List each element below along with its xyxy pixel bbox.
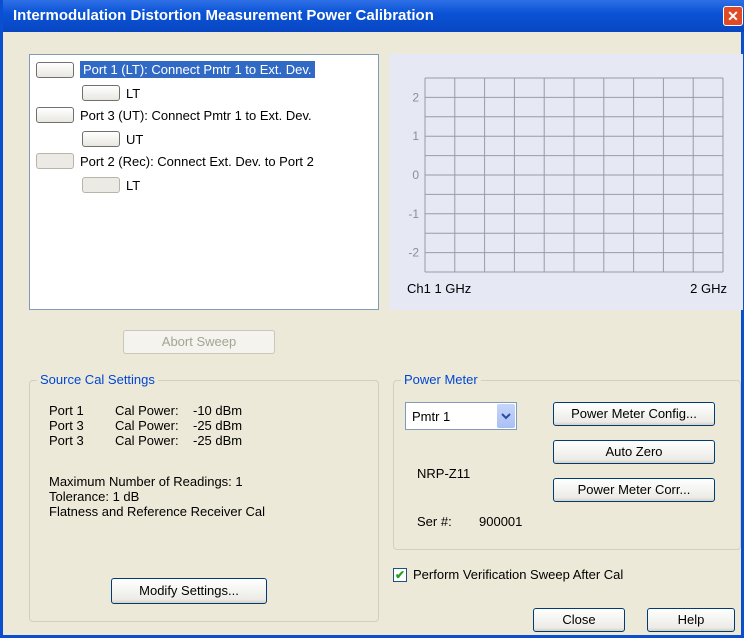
cal-row-label: Cal Power: bbox=[115, 403, 179, 418]
title-bar: Intermodulation Distortion Measurement P… bbox=[3, 0, 744, 32]
modify-settings-button[interactable]: Modify Settings... bbox=[111, 578, 267, 604]
chevron-down-icon[interactable] bbox=[497, 404, 515, 428]
verification-checkbox[interactable]: ✔ bbox=[393, 568, 407, 582]
step-label: Port 2 (Rec): Connect Ext. Dev. to Port … bbox=[80, 153, 314, 169]
step-button[interactable] bbox=[36, 61, 74, 78]
step-button[interactable] bbox=[36, 153, 74, 169]
sub-step-button[interactable] bbox=[82, 177, 120, 193]
y-tick-label: -2 bbox=[408, 246, 419, 260]
step-button[interactable] bbox=[36, 107, 74, 123]
abort-sweep-button[interactable]: Abort Sweep bbox=[123, 330, 275, 354]
power-meter-config-button[interactable]: Power Meter Config... bbox=[553, 402, 715, 426]
step-label: Port 3 (UT): Connect Pmtr 1 to Ext. Dev. bbox=[80, 107, 312, 123]
cal-row-value: -25 dBm bbox=[193, 433, 243, 448]
step-sub-row-lt[interactable]: LT bbox=[82, 85, 140, 101]
cal-row-port: Port 3 bbox=[49, 433, 84, 448]
x-start-label: Ch1 1 GHz bbox=[407, 281, 471, 296]
close-window-icon[interactable]: ✕ bbox=[723, 6, 743, 26]
sub-step-label: UT bbox=[126, 131, 144, 147]
x-end-label: 2 GHz bbox=[690, 281, 727, 296]
step-row-port1[interactable]: Port 1 (LT): Connect Pmtr 1 to Ext. Dev. bbox=[36, 61, 315, 78]
sub-step-button[interactable] bbox=[82, 85, 120, 101]
source-cal-title: Source Cal Settings bbox=[37, 372, 158, 387]
sub-step-label: LT bbox=[126, 177, 141, 193]
step-label: Port 1 (LT): Connect Pmtr 1 to Ext. Dev. bbox=[80, 61, 315, 78]
sub-step-label: LT bbox=[126, 85, 141, 101]
step-row-port2[interactable]: Port 2 (Rec): Connect Ext. Dev. to Port … bbox=[36, 153, 314, 169]
flatness-text: Flatness and Reference Receiver Cal bbox=[49, 504, 266, 519]
measurement-chart: 2 1 0 -1 -2 Ch1 1 GHz 2 GHz bbox=[389, 54, 743, 310]
step-list: Port 1 (LT): Connect Pmtr 1 to Ext. Dev.… bbox=[29, 54, 379, 310]
power-meter-corr-button[interactable]: Power Meter Corr... bbox=[553, 478, 715, 502]
max-readings-text: Maximum Number of Readings: 1 bbox=[49, 474, 243, 489]
power-meter-select-value: Pmtr 1 bbox=[412, 409, 451, 424]
cal-row-value: -10 dBm bbox=[193, 403, 243, 418]
chart-grid: 2 1 0 -1 -2 Ch1 1 GHz 2 GHz bbox=[407, 77, 727, 296]
verification-label: Perform Verification Sweep After Cal bbox=[413, 567, 624, 582]
serial-label: Ser #: bbox=[417, 514, 452, 529]
sub-step-button[interactable] bbox=[82, 131, 120, 147]
y-tick-label: 0 bbox=[412, 168, 419, 182]
help-button[interactable]: Help bbox=[647, 608, 735, 632]
cal-row-label: Cal Power: bbox=[115, 433, 179, 448]
window-title: Intermodulation Distortion Measurement P… bbox=[13, 7, 434, 24]
step-sub-row-ut[interactable]: UT bbox=[82, 131, 143, 147]
serial-value: 900001 bbox=[479, 514, 523, 529]
tolerance-text: Tolerance: 1 dB bbox=[49, 489, 140, 504]
y-tick-label: 1 bbox=[412, 129, 419, 143]
y-tick-label: 2 bbox=[412, 90, 419, 104]
power-meter-title: Power Meter bbox=[401, 372, 481, 387]
step-row-port3[interactable]: Port 3 (UT): Connect Pmtr 1 to Ext. Dev. bbox=[36, 107, 312, 123]
power-meter-model: NRP-Z11 bbox=[417, 466, 471, 481]
cal-row-port: Port 1 bbox=[49, 403, 84, 418]
cal-row-port: Port 3 bbox=[49, 418, 84, 433]
step-sub-row-lt-2[interactable]: LT bbox=[82, 177, 140, 193]
power-meter-select[interactable]: Pmtr 1 bbox=[405, 402, 517, 430]
y-tick-label: -1 bbox=[408, 207, 419, 221]
cal-row-label: Cal Power: bbox=[115, 418, 179, 433]
close-button[interactable]: Close bbox=[533, 608, 625, 632]
calibration-dialog: Intermodulation Distortion Measurement P… bbox=[0, 0, 744, 638]
cal-row-value: -25 dBm bbox=[193, 418, 243, 433]
auto-zero-button[interactable]: Auto Zero bbox=[553, 440, 715, 464]
